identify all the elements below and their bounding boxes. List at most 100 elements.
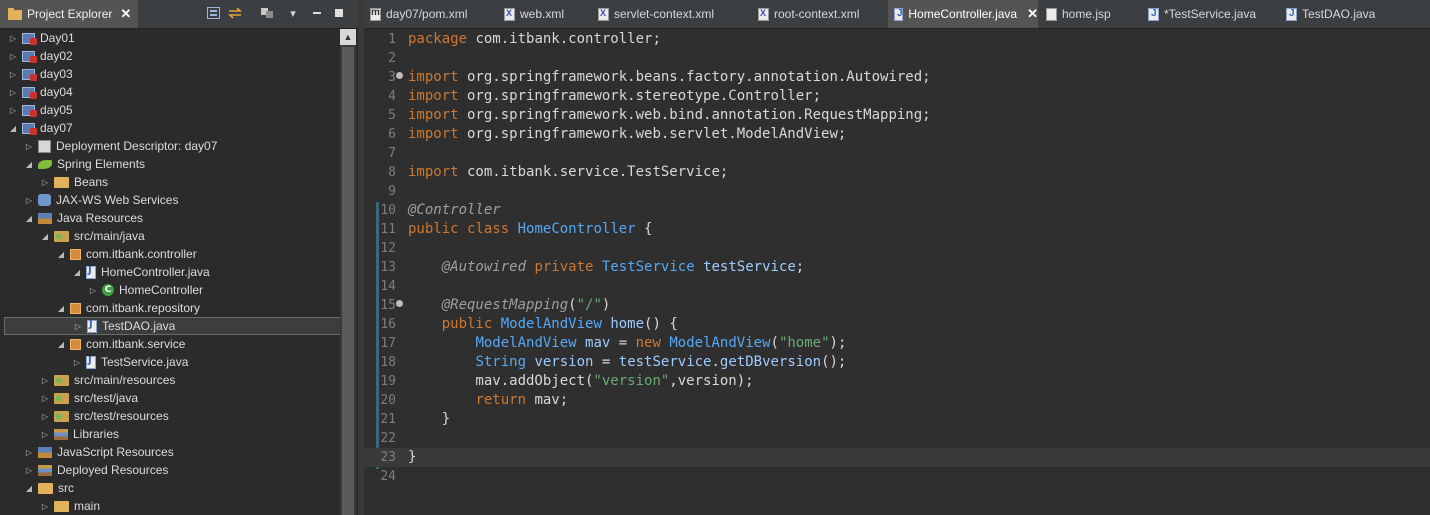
- code-line[interactable]: 15 @RequestMapping("/"): [364, 296, 1430, 315]
- expanded-arrow-icon[interactable]: ◢: [72, 268, 82, 277]
- tree-item[interactable]: ▷ src/test/resources: [0, 407, 340, 425]
- project-explorer-tab[interactable]: Project Explorer ✕: [0, 0, 138, 28]
- editor-tab[interactable]: root-context.xml: [752, 0, 884, 28]
- tree-item[interactable]: ▷ src/test/java: [0, 389, 340, 407]
- code-line[interactable]: 8 import com.itbank.service.TestService;: [364, 163, 1430, 182]
- code-line[interactable]: 1 package com.itbank.controller;: [364, 30, 1430, 49]
- tree-item[interactable]: ▷ JAX-WS Web Services: [0, 191, 340, 209]
- scroll-up-icon[interactable]: ▲: [340, 29, 356, 45]
- tree-item[interactable]: ◢ com.itbank.service: [0, 335, 340, 353]
- collapsed-arrow-icon[interactable]: ▷: [88, 286, 98, 295]
- view-menu-icon[interactable]: ▾: [286, 6, 300, 20]
- editor-tab[interactable]: day07/pom.xml: [364, 0, 494, 28]
- collapsed-arrow-icon[interactable]: ▷: [8, 70, 18, 79]
- tree-item[interactable]: ▷ TestDAO.java: [4, 317, 340, 335]
- tree-item[interactable]: ◢ day07: [0, 119, 340, 137]
- expanded-arrow-icon[interactable]: ◢: [56, 340, 66, 349]
- collapsed-arrow-icon[interactable]: ▷: [8, 106, 18, 115]
- code-line[interactable]: 3 import org.springframework.beans.factor…: [364, 68, 1430, 87]
- tree-scrollbar[interactable]: ▲: [340, 29, 356, 515]
- collapsed-arrow-icon[interactable]: ▷: [40, 178, 50, 187]
- tree-item[interactable]: ▷ src/main/resources: [0, 371, 340, 389]
- expanded-arrow-icon[interactable]: ◢: [56, 250, 66, 259]
- collapsed-arrow-icon[interactable]: ▷: [72, 358, 82, 367]
- collapsed-arrow-icon[interactable]: ▷: [24, 196, 34, 205]
- editor-tab[interactable]: home.jsp: [1040, 0, 1138, 28]
- code-line[interactable]: 6 import org.springframework.web.servlet.…: [364, 125, 1430, 144]
- tree-item[interactable]: ◢ Spring Elements: [0, 155, 340, 173]
- expanded-arrow-icon[interactable]: ◢: [24, 160, 34, 169]
- collapsed-arrow-icon[interactable]: ▷: [8, 52, 18, 61]
- collapsed-arrow-icon[interactable]: ▷: [40, 412, 50, 421]
- editor-tab[interactable]: servlet-context.xml: [592, 0, 748, 28]
- code-line[interactable]: 11 public class HomeController {: [364, 220, 1430, 239]
- scrollbar-thumb[interactable]: [342, 47, 354, 515]
- tree-item[interactable]: ▷ main: [0, 497, 340, 515]
- collapsed-arrow-icon[interactable]: ▷: [8, 34, 18, 43]
- code-line[interactable]: 24: [364, 467, 1430, 486]
- fold-toggle-icon[interactable]: [396, 72, 403, 79]
- tree-item[interactable]: ◢ com.itbank.controller: [0, 245, 340, 263]
- tree-item[interactable]: ▷ day04: [0, 83, 340, 101]
- filter-icon[interactable]: [260, 6, 274, 20]
- close-icon[interactable]: ✕: [120, 6, 131, 22]
- link-with-editor-icon[interactable]: [228, 6, 242, 20]
- tree-item[interactable]: ▷ Day01: [0, 29, 340, 47]
- code-line[interactable]: 17 ModelAndView mav = new ModelAndView("…: [364, 334, 1430, 353]
- code-line[interactable]: 16 public ModelAndView home() {: [364, 315, 1430, 334]
- collapsed-arrow-icon[interactable]: ▷: [24, 466, 34, 475]
- tree-item[interactable]: ◢ HomeController.java: [0, 263, 340, 281]
- tree-item[interactable]: ▷ JavaScript Resources: [0, 443, 340, 461]
- fold-toggle-icon[interactable]: [396, 300, 403, 307]
- tree-item[interactable]: ◢ src: [0, 479, 340, 497]
- code-line[interactable]: 5 import org.springframework.web.bind.ann…: [364, 106, 1430, 125]
- collapsed-arrow-icon[interactable]: ▷: [8, 88, 18, 97]
- tree-item[interactable]: ▷ Deployed Resources: [0, 461, 340, 479]
- code-line[interactable]: 9: [364, 182, 1430, 201]
- tree-item[interactable]: ◢ Java Resources: [0, 209, 340, 227]
- expanded-arrow-icon[interactable]: ◢: [8, 124, 18, 133]
- expanded-arrow-icon[interactable]: ◢: [40, 232, 50, 241]
- code-editor[interactable]: 1 package com.itbank.controller; 2 3 import …: [364, 29, 1430, 515]
- code-line[interactable]: 7: [364, 144, 1430, 163]
- minimize-icon[interactable]: [310, 6, 324, 20]
- code-line[interactable]: 12: [364, 239, 1430, 258]
- maximize-icon[interactable]: [332, 6, 346, 20]
- editor-tab[interactable]: web.xml: [498, 0, 588, 28]
- editor-tab[interactable]: TestDAO.java: [1280, 0, 1390, 28]
- tree-item[interactable]: ▷ Beans: [0, 173, 340, 191]
- collapsed-arrow-icon[interactable]: ▷: [40, 502, 50, 511]
- code-line[interactable]: 2: [364, 49, 1430, 68]
- code-line[interactable]: 21 }: [364, 410, 1430, 429]
- editor-tab[interactable]: *TestService.java: [1142, 0, 1276, 28]
- close-icon[interactable]: ✕: [1027, 6, 1038, 22]
- code-line[interactable]: 13 @Autowired private TestService testSe…: [364, 258, 1430, 277]
- collapsed-arrow-icon[interactable]: ▷: [73, 322, 83, 331]
- tree-item[interactable]: ▷ day02: [0, 47, 340, 65]
- tree-item[interactable]: ◢ src/main/java: [0, 227, 340, 245]
- collapse-all-icon[interactable]: [206, 6, 220, 20]
- tree-item[interactable]: ▷ Libraries: [0, 425, 340, 443]
- collapsed-arrow-icon[interactable]: ▷: [40, 394, 50, 403]
- collapsed-arrow-icon[interactable]: ▷: [40, 430, 50, 439]
- expanded-arrow-icon[interactable]: ◢: [56, 304, 66, 313]
- code-line[interactable]: 19 mav.addObject("version",version);: [364, 372, 1430, 391]
- code-line[interactable]: 4 import org.springframework.stereotype.C…: [364, 87, 1430, 106]
- collapsed-arrow-icon[interactable]: ▷: [24, 142, 34, 151]
- tree-item[interactable]: ▷ TestService.java: [0, 353, 340, 371]
- editor-tab[interactable]: HomeController.java ✕: [888, 0, 1038, 28]
- collapsed-arrow-icon[interactable]: ▷: [24, 448, 34, 457]
- code-line[interactable]: 22: [364, 429, 1430, 448]
- code-line[interactable]: 14: [364, 277, 1430, 296]
- tree-item[interactable]: ▷ day05: [0, 101, 340, 119]
- tree-item[interactable]: ▷ day03: [0, 65, 340, 83]
- code-line[interactable]: 23}: [364, 448, 1430, 467]
- tree-item[interactable]: ▷ C HomeController: [0, 281, 340, 299]
- collapsed-arrow-icon[interactable]: ▷: [40, 376, 50, 385]
- tree-item[interactable]: ◢ com.itbank.repository: [0, 299, 340, 317]
- expanded-arrow-icon[interactable]: ◢: [24, 484, 34, 493]
- expanded-arrow-icon[interactable]: ◢: [24, 214, 34, 223]
- tree-item[interactable]: ▷ Deployment Descriptor: day07: [0, 137, 340, 155]
- code-line[interactable]: 20 return mav;: [364, 391, 1430, 410]
- code-line[interactable]: 18 String version = testService.getDBver…: [364, 353, 1430, 372]
